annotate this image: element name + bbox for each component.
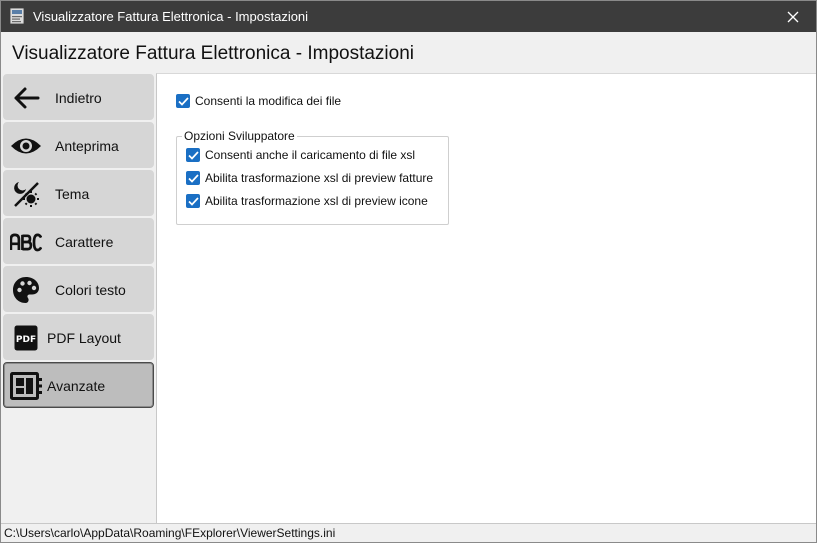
sidebar-item-label: Carattere — [55, 234, 114, 250]
settings-panel: Consenti la modifica dei file Opzioni Sv… — [156, 73, 816, 523]
xsl-icon-preview-checkbox[interactable]: Abilita trasformazione xsl di preview ic… — [186, 194, 428, 208]
allow-xsl-loading-checkbox[interactable]: Consenti anche il caricamento di file xs… — [186, 148, 415, 162]
pdf-icon: PDF — [10, 323, 42, 353]
group-title: Opzioni Sviluppatore — [182, 129, 297, 143]
sidebar-item-tema[interactable]: Tema — [3, 170, 154, 216]
sidebar-item-indietro[interactable]: Indietro — [3, 74, 154, 120]
palette-icon — [10, 275, 42, 305]
allow-edit-checkbox[interactable]: Consenti la modifica dei file — [176, 94, 341, 108]
abc-font-icon — [10, 227, 42, 257]
checkbox-label: Abilita trasformazione xsl di preview fa… — [205, 171, 434, 185]
checkbox-checked-icon[interactable] — [186, 171, 200, 185]
sidebar-item-label: Anteprima — [55, 138, 119, 154]
sidebar: Indietro Anteprima Tema Carattere Colori… — [1, 73, 156, 523]
checkbox-checked-icon[interactable] — [186, 194, 200, 208]
title-bar[interactable]: Visualizzatore Fattura Elettronica - Imp… — [1, 1, 816, 32]
xml-document-icon — [9, 8, 25, 24]
checkbox-label: Abilita trasformazione xsl di preview ic… — [205, 194, 428, 208]
sidebar-item-label: PDF Layout — [47, 330, 121, 346]
sidebar-item-label: Tema — [55, 186, 90, 202]
close-icon — [787, 11, 799, 22]
settings-window: Visualizzatore Fattura Elettronica - Imp… — [0, 0, 817, 543]
developer-options-group: Opzioni Sviluppatore Consenti anche il c… — [176, 129, 449, 225]
xsl-invoice-preview-checkbox[interactable]: Abilita trasformazione xsl di preview fa… — [186, 171, 433, 185]
arrow-left-icon — [10, 83, 42, 113]
eye-icon — [10, 131, 42, 161]
advanced-layout-icon — [10, 371, 42, 401]
checkbox-label: Consenti la modifica dei file — [195, 94, 342, 108]
sidebar-item-label: Colori testo — [55, 282, 126, 298]
sidebar-item-pdf-layout[interactable]: PDF PDF Layout — [3, 314, 154, 360]
sidebar-item-label: Indietro — [55, 90, 102, 106]
status-bar: C:\Users\carlo\AppData\Roaming\FExplorer… — [1, 523, 816, 542]
close-button[interactable] — [770, 1, 816, 32]
sidebar-item-anteprima[interactable]: Anteprima — [3, 122, 154, 168]
page-header: Visualizzatore Fattura Elettronica - Imp… — [1, 32, 816, 73]
theme-toggle-icon — [10, 179, 42, 209]
window-title: Visualizzatore Fattura Elettronica - Imp… — [33, 9, 309, 24]
sidebar-item-avanzate[interactable]: Avanzate — [3, 362, 154, 408]
checkbox-checked-icon[interactable] — [186, 148, 200, 162]
checkbox-checked-icon[interactable] — [176, 94, 190, 108]
checkbox-label: Consenti anche il caricamento di file xs… — [205, 148, 416, 162]
page-title: Visualizzatore Fattura Elettronica - Imp… — [12, 43, 414, 64]
settings-file-path: C:\Users\carlo\AppData\Roaming\FExplorer… — [4, 526, 336, 540]
sidebar-item-carattere[interactable]: Carattere — [3, 218, 154, 264]
svg-text:PDF: PDF — [16, 335, 36, 345]
sidebar-item-colori-testo[interactable]: Colori testo — [3, 266, 154, 312]
sidebar-item-label: Avanzate — [47, 378, 106, 394]
